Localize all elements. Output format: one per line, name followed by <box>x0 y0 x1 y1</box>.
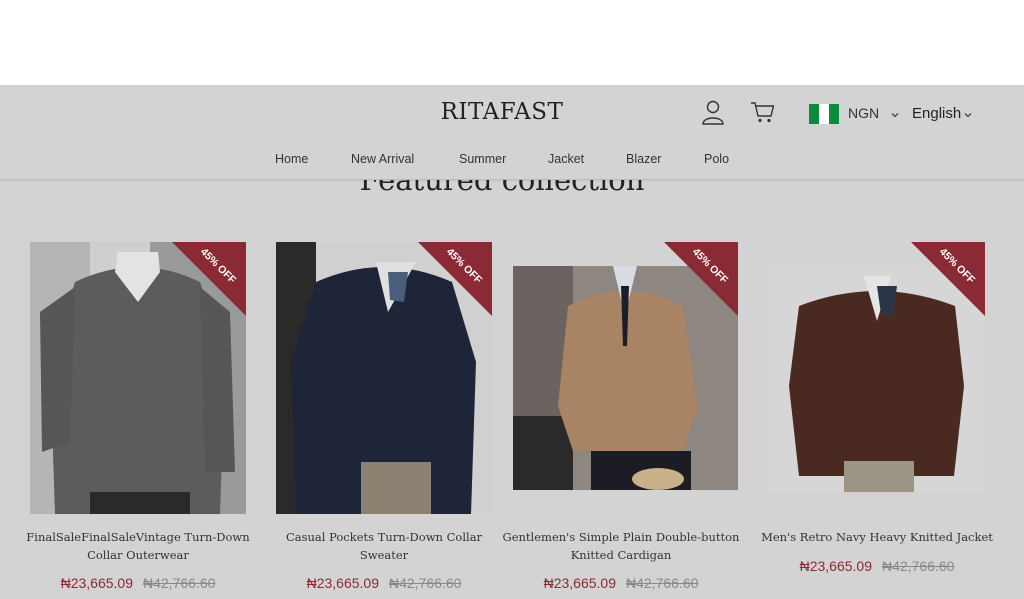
product-name[interactable]: Casual Pockets Turn-Down Collar Sweater <box>264 528 504 564</box>
language-selector[interactable]: English <box>912 105 961 122</box>
product-price: ₦23,665.09 ₦42,766.60 <box>18 575 258 591</box>
sale-price: ₦23,665.09 <box>799 558 872 574</box>
product-price: ₦23,665.09 ₦42,766.60 <box>501 575 741 591</box>
product-price: ₦23,665.09 ₦42,766.60 <box>757 558 997 574</box>
cart-icon[interactable] <box>750 99 776 125</box>
sale-price: ₦23,665.09 <box>543 575 616 591</box>
discount-badge: 45% OFF <box>418 242 492 316</box>
nav-item-new-arrival[interactable]: New Arrival <box>351 152 414 166</box>
nigeria-flag-icon[interactable] <box>809 104 839 124</box>
site-header: RITAFAST NGN English Home New Arrival Su… <box>0 85 1024 180</box>
product-image[interactable]: 45% OFF <box>276 242 492 514</box>
discount-badge: 45% OFF <box>664 242 738 316</box>
original-price: ₦42,766.60 <box>626 575 699 591</box>
nav-item-blazer[interactable]: Blazer <box>626 152 661 166</box>
top-blank-area <box>0 0 1024 85</box>
nav-item-jacket[interactable]: Jacket <box>548 152 584 166</box>
product-image[interactable]: 45% OFF <box>30 242 246 514</box>
nav-item-summer[interactable]: Summer <box>459 152 506 166</box>
original-price: ₦42,766.60 <box>882 558 955 574</box>
chevron-down-icon[interactable] <box>963 107 973 118</box>
currency-selector[interactable]: NGN <box>848 105 879 121</box>
page-content: RITAFAST NGN English Home New Arrival Su… <box>0 85 1024 599</box>
product-name[interactable]: Gentlemen's Simple Plain Double-button K… <box>501 528 741 564</box>
sale-price: ₦23,665.09 <box>306 575 379 591</box>
discount-badge: 45% OFF <box>911 242 985 316</box>
product-card[interactable]: 45% OFF FinalSaleFinalSaleVintage Turn-D… <box>26 242 250 599</box>
sale-price: ₦23,665.09 <box>60 575 133 591</box>
original-price: ₦42,766.60 <box>389 575 462 591</box>
product-name[interactable]: FinalSaleFinalSaleVintage Turn-Down Coll… <box>18 528 258 564</box>
product-card[interactable]: 45% OFF Casual Pockets Turn-Down Collar … <box>276 242 492 599</box>
chevron-down-icon[interactable] <box>890 107 900 118</box>
original-price: ₦42,766.60 <box>143 575 216 591</box>
discount-badge: 45% OFF <box>172 242 246 316</box>
main-nav: Home New Arrival Summer Jacket Blazer Po… <box>0 152 1024 172</box>
nav-item-polo[interactable]: Polo <box>704 152 729 166</box>
product-price: ₦23,665.09 ₦42,766.60 <box>264 575 504 591</box>
nav-item-home[interactable]: Home <box>275 152 308 166</box>
user-icon[interactable] <box>700 99 726 125</box>
product-card[interactable]: 45% OFF Men's Retro Navy Heavy Knitted J… <box>761 242 993 599</box>
product-name[interactable]: Men's Retro Navy Heavy Knitted Jacket <box>757 528 997 546</box>
product-card[interactable]: 45% OFF Gentlemen's Simple Plain Double-… <box>503 242 739 599</box>
